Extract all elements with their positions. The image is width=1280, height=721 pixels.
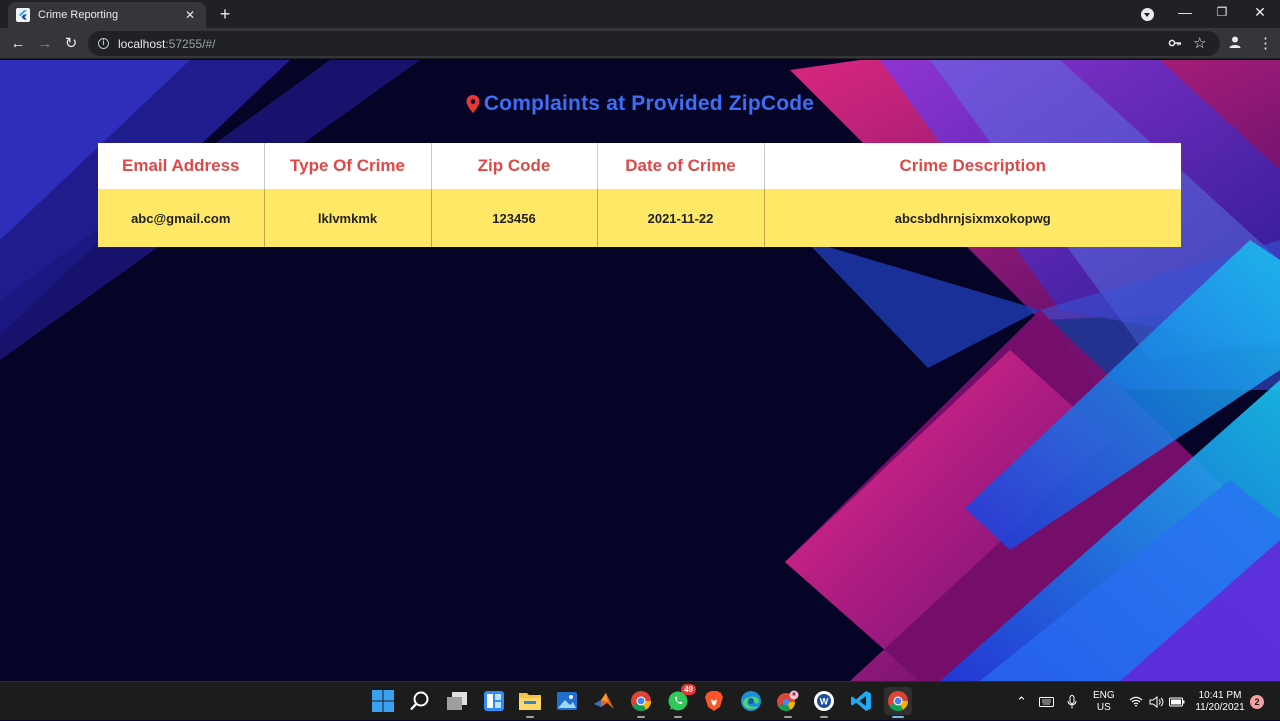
reload-icon[interactable]: ↻ <box>61 34 81 54</box>
cell-zip-code: 123456 <box>431 189 598 247</box>
search-button[interactable] <box>406 687 434 715</box>
matlab-icon <box>594 693 614 709</box>
location-pin-icon <box>466 95 480 113</box>
window-close-icon[interactable]: ✕ <box>1250 4 1270 21</box>
taskbar-photos[interactable] <box>553 687 581 715</box>
brave-lion-icon <box>705 691 723 711</box>
taskbar-vscode[interactable] <box>847 687 875 715</box>
widgets-button[interactable] <box>480 687 508 715</box>
task-view-icon <box>447 692 467 710</box>
folder-icon <box>519 693 541 710</box>
svg-text:W: W <box>820 697 829 707</box>
taskbar-file-explorer[interactable] <box>516 687 544 718</box>
word-icon: W <box>814 691 834 711</box>
running-indicator <box>820 716 828 718</box>
page-title: Complaints at Provided ZipCode <box>483 92 815 115</box>
start-button[interactable] <box>369 687 397 715</box>
clock-time: 10:41 PM <box>1198 689 1242 701</box>
language-indicator[interactable]: ENG US <box>1093 682 1115 721</box>
taskbar-edge[interactable] <box>737 687 765 715</box>
tab-search-icon[interactable] <box>1141 8 1154 21</box>
profile-icon[interactable] <box>1228 35 1242 52</box>
url-path: :57255/#/ <box>165 36 216 51</box>
keyboard-layout: US <box>1096 701 1111 713</box>
edge-icon <box>741 691 761 711</box>
chrome-icon <box>631 691 652 712</box>
flutter-favicon-icon <box>16 8 30 22</box>
bookmark-star-icon[interactable]: ☆ <box>1193 34 1206 52</box>
chrome-profile-icon <box>777 690 799 712</box>
new-tab-button[interactable]: + <box>216 5 234 23</box>
chevron-up-icon: ⌃ <box>1016 693 1027 709</box>
cell-email: abc@gmail.com <box>98 189 265 247</box>
search-icon <box>410 691 429 711</box>
browser-menu-icon[interactable]: ⋮ <box>1258 34 1273 52</box>
forward-arrow-icon[interactable]: → <box>35 34 55 54</box>
vscode-icon <box>851 691 871 711</box>
active-indicator <box>892 716 904 718</box>
notification-center-button[interactable]: 2 <box>1250 682 1264 721</box>
taskbar-chrome-profile[interactable] <box>774 687 802 718</box>
column-header-email: Email Address <box>98 143 265 189</box>
back-arrow-icon[interactable]: ← <box>8 34 28 54</box>
column-header-description: Crime Description <box>764 143 1181 189</box>
chrome-icon <box>888 691 909 712</box>
column-header-date: Date of Crime <box>597 143 765 189</box>
browser-tab[interactable]: Crime Reporting ✕ <box>8 2 206 28</box>
cell-date: 2021-11-22 <box>597 189 765 247</box>
url-host: localhost <box>118 36 166 51</box>
cell-description: abcsbdhrnjsixmxokopwg <box>764 189 1181 247</box>
photos-icon <box>557 692 577 710</box>
tab-close-icon[interactable]: ✕ <box>182 8 198 22</box>
task-view-button[interactable] <box>443 687 471 715</box>
taskbar-matlab[interactable] <box>590 687 618 715</box>
browser-toolbar: ← → ↻ i localhost :57255/#/ ☆ ⋮ <box>0 28 1280 59</box>
taskbar-chrome[interactable] <box>627 687 655 718</box>
taskbar-brave[interactable] <box>700 687 728 715</box>
site-info-icon[interactable]: i <box>98 38 109 49</box>
address-bar[interactable]: i localhost :57255/#/ ☆ <box>88 31 1220 56</box>
taskbar-chrome-active[interactable] <box>884 687 912 718</box>
microphone-icon[interactable] <box>1067 682 1077 721</box>
language-code: ENG <box>1093 689 1115 701</box>
complaints-table: Email Address Type Of Crime Zip Code Dat… <box>98 143 1181 247</box>
notification-count-badge: 2 <box>1250 694 1264 709</box>
notification-badge: 49 <box>681 684 696 695</box>
wifi-icon[interactable] <box>1129 682 1143 721</box>
password-key-icon[interactable] <box>1168 36 1182 53</box>
show-hidden-icons-button[interactable]: ⌃ <box>1016 682 1027 721</box>
keyboard-icon[interactable] <box>1039 682 1054 721</box>
table-header-row: Email Address Type Of Crime Zip Code Dat… <box>98 143 1181 189</box>
page-heading: Complaints at Provided ZipCode <box>0 92 1280 116</box>
tab-strip: Crime Reporting ✕ + — ❐ ✕ <box>0 0 1280 28</box>
taskbar-word[interactable]: W <box>810 687 838 718</box>
running-indicator <box>674 716 682 718</box>
widgets-icon <box>484 691 504 711</box>
taskbar-whatsapp[interactable]: 49 <box>664 684 696 718</box>
web-page: Complaints at Provided ZipCode Email Add… <box>0 60 1280 681</box>
clock[interactable]: 10:41 PM 11/20/2021 <box>1194 682 1246 721</box>
windows-logo-icon <box>372 690 394 712</box>
column-header-zip-code: Zip Code <box>431 143 598 189</box>
volume-icon[interactable] <box>1149 682 1164 721</box>
running-indicator <box>784 716 792 718</box>
table-row: abc@gmail.com lklvmkmk 123456 2021-11-22… <box>98 189 1181 247</box>
running-indicator <box>637 716 645 718</box>
running-indicator <box>526 716 534 718</box>
tab-title: Crime Reporting <box>38 9 119 21</box>
maximize-icon[interactable]: ❐ <box>1212 5 1232 19</box>
battery-icon[interactable] <box>1169 682 1185 721</box>
cell-crime-type: lklvmkmk <box>264 189 432 247</box>
windows-taskbar: 49 W ⌃ ENG US 10:41 PM 11/20/2021 2 <box>0 681 1280 720</box>
clock-date: 11/20/2021 <box>1195 701 1245 713</box>
column-header-crime-type: Type Of Crime <box>264 143 432 189</box>
minimize-icon[interactable]: — <box>1175 4 1195 20</box>
